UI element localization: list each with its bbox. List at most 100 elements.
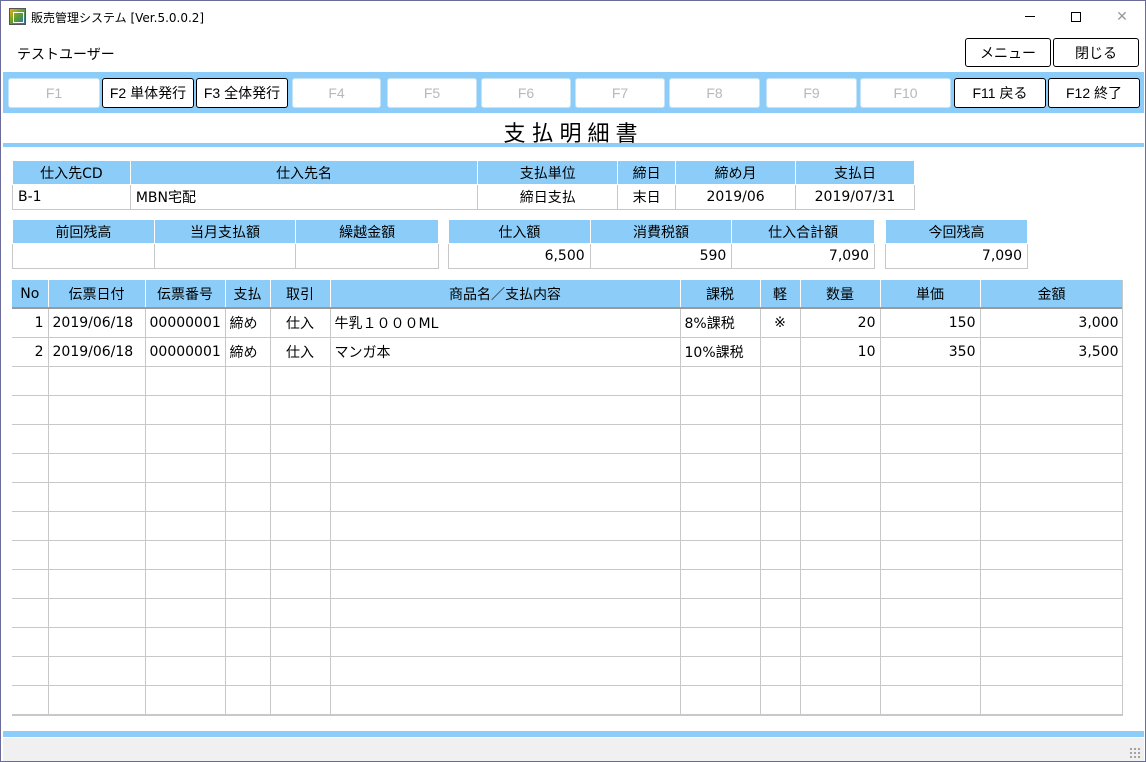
empty-cell[interactable] <box>145 569 226 599</box>
empty-cell[interactable] <box>760 395 801 425</box>
empty-cell[interactable] <box>12 395 49 425</box>
empty-cell[interactable] <box>48 424 146 454</box>
empty-cell[interactable] <box>48 453 146 483</box>
empty-cell[interactable] <box>225 511 271 541</box>
close-button[interactable]: 閉じる <box>1053 38 1139 67</box>
empty-cell[interactable] <box>145 656 226 686</box>
empty-cell[interactable] <box>980 627 1122 657</box>
table-row[interactable]: 2 2019/06/18 00000001 締め 仕入 マンガ本 10%課税 10 350 3,5… <box>12 337 1122 367</box>
table-row-empty[interactable] <box>12 540 1122 570</box>
row-tax-type[interactable]: 10%課税 <box>680 337 761 367</box>
empty-cell[interactable] <box>330 598 681 628</box>
close-window-button[interactable]: ✕ <box>1099 1 1145 32</box>
row-no[interactable]: 1 <box>12 307 49 338</box>
title-bar[interactable]: 販売管理システム [Ver.5.0.0.2] ✕ <box>1 1 1145 32</box>
f11-back-button[interactable]: F11 戻る <box>954 78 1046 108</box>
empty-cell[interactable] <box>980 598 1122 628</box>
empty-cell[interactable] <box>330 366 681 396</box>
empty-cell[interactable] <box>800 540 881 570</box>
row-quantity[interactable]: 10 <box>800 337 881 367</box>
empty-cell[interactable] <box>12 685 49 715</box>
empty-cell[interactable] <box>225 685 271 715</box>
empty-cell[interactable] <box>800 482 881 512</box>
empty-cell[interactable] <box>48 685 146 715</box>
empty-cell[interactable] <box>800 598 881 628</box>
table-row[interactable]: 1 2019/06/18 00000001 締め 仕入 牛乳１０００ML 8%課税 ※ 20 15… <box>12 307 1122 338</box>
table-row-empty[interactable] <box>12 395 1122 425</box>
f4-button[interactable]: F4 <box>292 78 381 108</box>
empty-cell[interactable] <box>12 569 49 599</box>
empty-cell[interactable] <box>680 453 761 483</box>
empty-cell[interactable] <box>980 366 1122 396</box>
empty-cell[interactable] <box>270 482 331 512</box>
empty-cell[interactable] <box>760 511 801 541</box>
table-row-empty[interactable] <box>12 482 1122 512</box>
empty-cell[interactable] <box>680 598 761 628</box>
table-row-empty[interactable] <box>12 569 1122 599</box>
empty-cell[interactable] <box>145 685 226 715</box>
empty-cell[interactable] <box>680 540 761 570</box>
empty-cell[interactable] <box>680 656 761 686</box>
empty-cell[interactable] <box>145 366 226 396</box>
f3-all-issue-button[interactable]: F3 全体発行 <box>196 78 288 108</box>
empty-cell[interactable] <box>880 540 981 570</box>
empty-cell[interactable] <box>225 453 271 483</box>
empty-cell[interactable] <box>330 685 681 715</box>
row-quantity[interactable]: 20 <box>800 307 881 338</box>
empty-cell[interactable] <box>760 598 801 628</box>
empty-cell[interactable] <box>980 453 1122 483</box>
empty-cell[interactable] <box>680 569 761 599</box>
row-reduced-rate[interactable] <box>760 337 801 367</box>
f8-button[interactable]: F8 <box>669 78 760 108</box>
empty-cell[interactable] <box>48 366 146 396</box>
row-slip-number[interactable]: 00000001 <box>145 307 226 338</box>
empty-cell[interactable] <box>980 395 1122 425</box>
empty-cell[interactable] <box>225 627 271 657</box>
empty-cell[interactable] <box>12 424 49 454</box>
empty-cell[interactable] <box>270 627 331 657</box>
empty-cell[interactable] <box>680 685 761 715</box>
row-reduced-rate[interactable]: ※ <box>760 307 801 338</box>
table-row-empty[interactable] <box>12 366 1122 396</box>
empty-cell[interactable] <box>12 453 49 483</box>
empty-cell[interactable] <box>880 627 981 657</box>
empty-cell[interactable] <box>270 598 331 628</box>
empty-cell[interactable] <box>270 569 331 599</box>
empty-cell[interactable] <box>225 424 271 454</box>
empty-cell[interactable] <box>330 540 681 570</box>
empty-cell[interactable] <box>330 453 681 483</box>
empty-cell[interactable] <box>880 685 981 715</box>
empty-cell[interactable] <box>680 395 761 425</box>
empty-cell[interactable] <box>48 627 146 657</box>
f1-button[interactable]: F1 <box>8 78 100 108</box>
empty-cell[interactable] <box>800 627 881 657</box>
empty-cell[interactable] <box>680 511 761 541</box>
empty-cell[interactable] <box>680 424 761 454</box>
empty-cell[interactable] <box>330 627 681 657</box>
table-row-empty[interactable] <box>12 511 1122 541</box>
empty-cell[interactable] <box>145 453 226 483</box>
empty-cell[interactable] <box>225 598 271 628</box>
empty-cell[interactable] <box>48 569 146 599</box>
empty-cell[interactable] <box>760 453 801 483</box>
row-unit-price[interactable]: 350 <box>880 337 981 367</box>
f2-single-issue-button[interactable]: F2 単体発行 <box>102 78 194 108</box>
row-slip-number[interactable]: 00000001 <box>145 337 226 367</box>
empty-cell[interactable] <box>330 569 681 599</box>
menu-button[interactable]: メニュー <box>965 38 1051 67</box>
empty-cell[interactable] <box>880 569 981 599</box>
vertical-scroll-area[interactable] <box>1123 280 1140 716</box>
table-row-empty[interactable] <box>12 598 1122 628</box>
empty-cell[interactable] <box>48 540 146 570</box>
empty-cell[interactable] <box>270 656 331 686</box>
empty-cell[interactable] <box>760 424 801 454</box>
f12-exit-button[interactable]: F12 終了 <box>1048 78 1140 108</box>
empty-cell[interactable] <box>145 511 226 541</box>
empty-cell[interactable] <box>880 424 981 454</box>
empty-cell[interactable] <box>48 656 146 686</box>
empty-cell[interactable] <box>145 540 226 570</box>
empty-cell[interactable] <box>800 511 881 541</box>
empty-cell[interactable] <box>880 395 981 425</box>
empty-cell[interactable] <box>48 395 146 425</box>
empty-cell[interactable] <box>800 366 881 396</box>
